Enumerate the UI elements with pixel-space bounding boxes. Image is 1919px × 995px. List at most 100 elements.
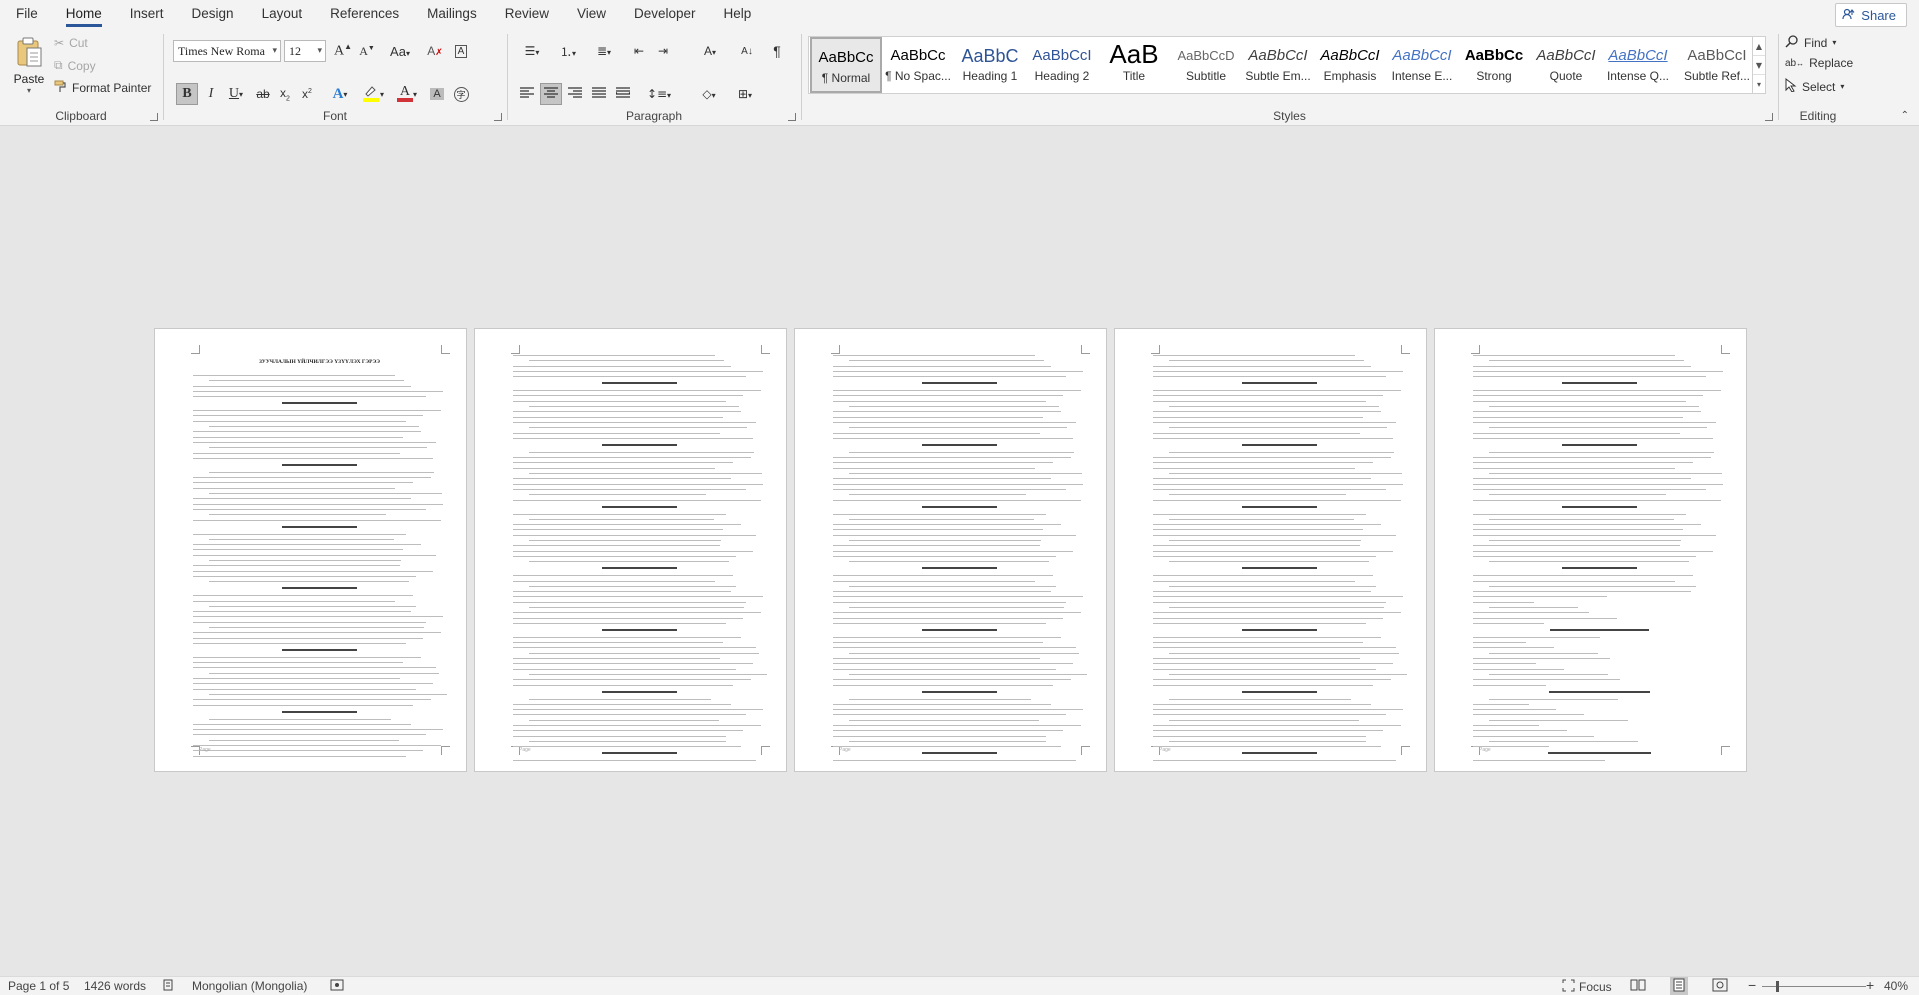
- page-count[interactable]: Page 1 of 5: [8, 979, 69, 993]
- underline-button[interactable]: U ▾: [222, 83, 250, 105]
- style-emphasis[interactable]: AaBbCcI Emphasis: [1314, 37, 1386, 93]
- tab-view[interactable]: View: [563, 0, 620, 28]
- style-intense-emphasis[interactable]: AaBbCcI Intense E...: [1386, 37, 1458, 93]
- tab-design[interactable]: Design: [178, 0, 248, 28]
- document-page-1[interactable]: ЗУУЧЛАЛЫН ҮЙЛЧИЛГЭЭ ҮЗҮҮЛЭХ ГЭРЭЭ Page: [154, 328, 467, 772]
- document-page-4[interactable]: Page: [1114, 328, 1427, 772]
- show-formatting-button[interactable]: ¶: [766, 40, 788, 62]
- decrease-indent-button[interactable]: ⇤: [628, 40, 650, 62]
- text-line: [849, 698, 1032, 700]
- align-right-button[interactable]: [564, 83, 586, 105]
- align-center-button[interactable]: [540, 83, 562, 105]
- grow-font-button[interactable]: A▲: [332, 40, 354, 62]
- style-subtle-reference[interactable]: AaBbCcI Subtle Ref...: [1674, 37, 1760, 93]
- style-quote[interactable]: AaBbCcI Quote: [1530, 37, 1602, 93]
- word-count[interactable]: 1426 words: [84, 979, 146, 993]
- read-mode-icon[interactable]: [1630, 978, 1646, 995]
- style-normal[interactable]: AaBbCc ¶ Normal: [810, 37, 882, 93]
- replace-button[interactable]: ab↔ Replace: [1785, 56, 1853, 70]
- style-preview: AaBbCcI: [1248, 47, 1308, 64]
- subscript-button[interactable]: x2: [274, 83, 296, 105]
- text-effects-box-button[interactable]: A: [450, 40, 472, 62]
- style-heading-1[interactable]: AaBbC Heading 1: [954, 37, 1026, 93]
- justify-button[interactable]: [588, 83, 610, 105]
- borders-button[interactable]: ⊞▾: [730, 83, 760, 105]
- style-title[interactable]: AaB Title: [1098, 37, 1170, 93]
- tab-help[interactable]: Help: [710, 0, 766, 28]
- change-case-button[interactable]: Aa▾: [384, 40, 416, 62]
- chevron-up-icon[interactable]: ▲: [1753, 37, 1765, 56]
- shrink-font-icon: A▼: [359, 43, 375, 58]
- document-page-3[interactable]: Page: [794, 328, 1107, 772]
- style-heading-2[interactable]: AaBbCcI Heading 2: [1026, 37, 1098, 93]
- font-color-icon: A: [396, 85, 413, 102]
- styles-gallery-scroll[interactable]: ▲ ▼ ▾: [1752, 36, 1766, 94]
- multilevel-list-button[interactable]: ≣▾: [588, 40, 620, 62]
- tab-mailings[interactable]: Mailings: [413, 0, 491, 28]
- document-canvas[interactable]: ЗУУЧЛАЛЫН ҮЙЛЧИЛГЭЭ ҮЗҮҮЛЭХ ГЭРЭЭ Page P…: [0, 127, 1919, 976]
- clear-formatting-button[interactable]: A✗: [424, 40, 446, 62]
- zoom-in-button[interactable]: +: [1866, 977, 1874, 993]
- character-shading-button[interactable]: A: [426, 83, 448, 105]
- text-line: [833, 679, 1071, 681]
- zoom-out-button[interactable]: −: [1748, 977, 1756, 993]
- strikethrough-button[interactable]: ab: [252, 83, 274, 105]
- tab-layout[interactable]: Layout: [248, 0, 317, 28]
- shrink-font-button[interactable]: A▼: [356, 40, 378, 62]
- find-button[interactable]: Find ▾: [1785, 34, 1836, 51]
- style-subtitle[interactable]: AaBbCcD Subtitle: [1170, 37, 1242, 93]
- tab-file[interactable]: File: [0, 0, 52, 28]
- zoom-level[interactable]: 40%: [1884, 979, 1908, 993]
- web-layout-icon[interactable]: [1712, 978, 1728, 995]
- sort-button[interactable]: A↓: [736, 40, 758, 62]
- collapse-ribbon-icon[interactable]: ⌃: [1901, 110, 1909, 121]
- enclose-characters-button[interactable]: 字: [450, 83, 472, 105]
- language-indicator[interactable]: Mongolian (Mongolia): [192, 979, 307, 993]
- proofing-icon[interactable]: [162, 978, 176, 995]
- paste-button[interactable]: Paste ▾: [8, 34, 50, 98]
- style-strong[interactable]: AaBbCc Strong: [1458, 37, 1530, 93]
- clipboard-dialog-launcher-icon[interactable]: [150, 113, 158, 121]
- font-dialog-launcher-icon[interactable]: [494, 113, 502, 121]
- tab-developer[interactable]: Developer: [620, 0, 710, 28]
- styles-dialog-launcher-icon[interactable]: [1765, 113, 1773, 121]
- tab-references[interactable]: References: [316, 0, 413, 28]
- cut-button[interactable]: ✂ Cut: [54, 36, 88, 50]
- bold-button[interactable]: B: [176, 83, 198, 105]
- focus-button[interactable]: Focus: [1562, 979, 1612, 995]
- document-page-5[interactable]: Page: [1434, 328, 1747, 772]
- highlight-button[interactable]: ▾: [358, 83, 388, 105]
- line-spacing-button[interactable]: ↕≡▾: [644, 83, 674, 105]
- tab-home[interactable]: Home: [52, 0, 116, 28]
- increase-indent-button[interactable]: ⇥: [652, 40, 674, 62]
- copy-button[interactable]: ⧉ Copy: [54, 58, 96, 73]
- chevron-down-icon[interactable]: ▼: [1753, 56, 1765, 75]
- paragraph-dialog-launcher-icon[interactable]: [788, 113, 796, 121]
- document-page-2[interactable]: Page: [474, 328, 787, 772]
- italic-button[interactable]: I: [200, 83, 222, 105]
- tab-insert[interactable]: Insert: [116, 0, 178, 28]
- macro-recording-icon[interactable]: [330, 978, 344, 995]
- style-subtle-emphasis[interactable]: AaBbCcI Subtle Em...: [1242, 37, 1314, 93]
- style-no-spacing[interactable]: AaBbCc ¶ No Spac...: [882, 37, 954, 93]
- superscript-button[interactable]: x2: [296, 83, 318, 105]
- tab-review[interactable]: Review: [491, 0, 563, 28]
- align-left-button[interactable]: [516, 83, 538, 105]
- print-layout-icon[interactable]: [1670, 977, 1688, 995]
- font-size-combo[interactable]: 12 ▾: [284, 40, 326, 62]
- zoom-slider-thumb[interactable]: [1776, 981, 1779, 992]
- font-color-button[interactable]: A ▾: [392, 83, 422, 105]
- style-intense-quote[interactable]: AaBbCcI Intense Q...: [1602, 37, 1674, 93]
- font-name-combo[interactable]: Times New Roma ▾: [173, 40, 281, 62]
- more-styles-icon[interactable]: ▾: [1753, 75, 1765, 94]
- text-effects-button[interactable]: A ▾: [326, 83, 354, 105]
- format-painter-button[interactable]: Format Painter: [54, 80, 151, 96]
- distributed-button[interactable]: [612, 83, 634, 105]
- numbering-button[interactable]: ⒈▾: [552, 40, 584, 62]
- asian-layout-button[interactable]: A▾: [694, 40, 726, 62]
- text-line: [833, 400, 1046, 402]
- shading-button[interactable]: ◇▾: [694, 83, 724, 105]
- bullets-button[interactable]: ☰▾: [516, 40, 548, 62]
- select-button[interactable]: Select ▾: [1785, 77, 1844, 95]
- share-button[interactable]: Share: [1835, 3, 1907, 27]
